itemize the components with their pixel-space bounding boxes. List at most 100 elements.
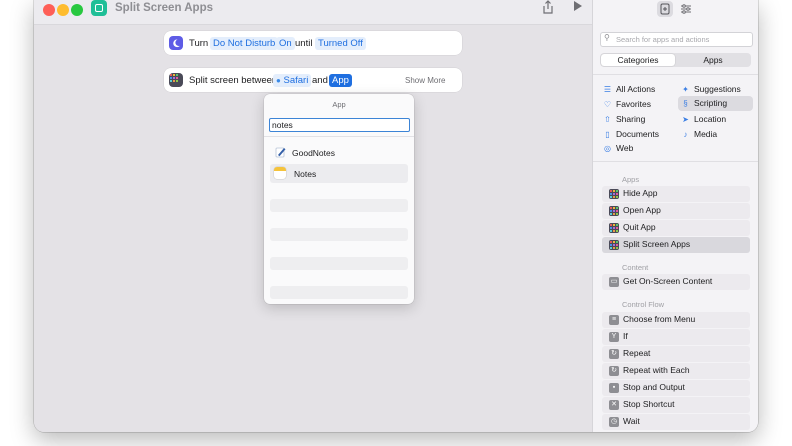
action-library-sidebar: ⚲ Search for apps and actions Categories… — [592, 0, 758, 432]
window-title[interactable]: Split Screen Apps — [115, 2, 213, 14]
app-result-notes[interactable]: Notes — [270, 164, 408, 183]
app-picker-popover: App notes GoodNotes Notes — [264, 94, 414, 304]
action-label: Stop and Output — [623, 382, 685, 392]
compass-icon: ◎ — [604, 144, 611, 153]
action-quit-app[interactable]: Quit App — [602, 220, 750, 236]
app1-token[interactable]: ● Safari — [273, 74, 312, 87]
action-wait[interactable]: ◷ Wait — [602, 414, 750, 430]
action-hide-app[interactable]: Hide App — [602, 186, 750, 202]
action-label: Choose from Menu — [623, 314, 696, 324]
action-split-screen[interactable]: Split screen between ● Safari and App Sh… — [164, 68, 462, 92]
share-icon[interactable] — [540, 0, 556, 16]
divider — [264, 136, 414, 137]
action-label: Split Screen Apps — [623, 239, 691, 249]
notes-icon — [274, 167, 286, 179]
action-open-app[interactable]: Open App — [602, 203, 750, 219]
category-segmented-control: Categories Apps — [600, 53, 751, 67]
action-choose-from-menu[interactable]: ≡ Choose from Menu — [602, 312, 750, 328]
app-result-goodnotes[interactable]: GoodNotes — [270, 143, 408, 162]
sidebar-header: ⚲ Search for apps and actions Categories… — [593, 0, 758, 75]
app-grid-icon — [609, 240, 619, 250]
show-more-button[interactable]: Show More — [405, 76, 445, 85]
heart-icon: ♡ — [603, 100, 612, 109]
if-icon: Y — [609, 332, 619, 342]
action-do-not-disturb[interactable]: Turn Do Not Disturb On until Turned Off — [164, 31, 462, 55]
segment-categories[interactable]: Categories — [601, 54, 675, 66]
until-label: until — [295, 38, 313, 49]
action-if[interactable]: Y If — [602, 329, 750, 345]
and-label: and — [312, 75, 328, 86]
category-location[interactable]: ➤ Location — [681, 113, 726, 125]
play-icon[interactable] — [570, 0, 586, 16]
action-search-input[interactable]: ⚲ Search for apps and actions — [600, 32, 753, 47]
category-label: Suggestions — [694, 84, 741, 94]
loading-placeholder — [270, 199, 408, 212]
minimize-window-button[interactable] — [57, 4, 69, 16]
category-media[interactable]: ♪ Media — [681, 128, 718, 140]
app-result-label: Notes — [294, 169, 317, 179]
action-stop-shortcut[interactable]: ✕ Stop Shortcut — [602, 397, 750, 413]
screen-content-icon: ▭ — [609, 277, 619, 287]
category-label: Favorites — [616, 99, 651, 109]
location-arrow-icon: ➤ — [682, 115, 689, 124]
list-icon: ☰ — [603, 85, 612, 94]
sparkle-icon: ✦ — [682, 85, 689, 94]
action-label: If — [623, 331, 628, 341]
until-value-token[interactable]: Turned Off — [315, 37, 366, 50]
app-grid-icon — [609, 189, 619, 199]
category-label: All Actions — [616, 84, 656, 94]
category-scripting[interactable]: § Scripting — [678, 96, 753, 111]
category-web[interactable]: ◎ Web — [603, 142, 633, 154]
wait-icon: ◷ — [609, 417, 619, 427]
action-repeat[interactable]: ↻ Repeat — [602, 346, 750, 362]
state-token[interactable]: On — [276, 37, 295, 50]
category-label: Web — [616, 143, 634, 153]
stop-output-icon: ▪ — [609, 383, 619, 393]
search-icon: ⚲ — [604, 33, 610, 42]
action-repeat-with-each[interactable]: ↻ Repeat with Each — [602, 363, 750, 379]
category-all-actions[interactable]: ☰ All Actions — [603, 83, 655, 95]
safari-icon: ● — [276, 76, 281, 85]
action-label: Get On-Screen Content — [623, 276, 713, 286]
category-label: Location — [694, 114, 727, 124]
category-suggestions[interactable]: ✦ Suggestions — [681, 83, 741, 95]
app-result-label: GoodNotes — [292, 148, 335, 158]
repeat-icon: ↻ — [609, 349, 619, 359]
action-split-screen-apps[interactable]: Split Screen Apps — [602, 237, 750, 253]
library-toggle-icon[interactable] — [657, 1, 673, 17]
action-label: Quit App — [623, 222, 656, 232]
app-grid-icon — [609, 206, 619, 216]
app1-label: Safari — [283, 75, 309, 86]
category-label: Documents — [616, 129, 659, 139]
section-title-control-flow: Control Flow — [622, 300, 665, 309]
app2-token[interactable]: App — [329, 74, 352, 87]
segment-apps[interactable]: Apps — [676, 54, 750, 66]
app-search-input[interactable]: notes — [269, 118, 410, 132]
popover-title: App — [332, 100, 346, 109]
category-label: Scripting — [694, 98, 728, 108]
shortcut-icon[interactable] — [91, 0, 107, 16]
category-label: Media — [694, 129, 718, 139]
scripting-icon: § — [683, 99, 688, 108]
loading-placeholder — [270, 286, 408, 299]
category-documents[interactable]: ▯ Documents — [603, 128, 659, 140]
close-window-button[interactable] — [43, 4, 55, 16]
app-grid-icon — [609, 223, 619, 233]
action-label: Wait — [623, 416, 640, 426]
section-title-apps: Apps — [622, 175, 640, 184]
action-label: Open App — [623, 205, 661, 215]
action-stop-and-output[interactable]: ▪ Stop and Output — [602, 380, 750, 396]
section-title-content: Content — [622, 263, 649, 272]
action-label: Repeat with Each — [623, 365, 690, 375]
loading-placeholder — [270, 228, 408, 241]
action-get-on-screen-content[interactable]: ▭ Get On-Screen Content — [602, 274, 750, 290]
action-prefix: Split screen between — [189, 75, 278, 86]
shortcuts-window: Split Screen Apps Turn Do Not Disturb On… — [34, 0, 758, 432]
moon-icon — [169, 36, 183, 50]
category-sharing[interactable]: ⇧ Sharing — [603, 113, 645, 125]
category-favorites[interactable]: ♡ Favorites — [603, 98, 651, 110]
zoom-window-button[interactable] — [71, 4, 83, 16]
focus-mode-token[interactable]: Do Not Disturb — [210, 37, 279, 50]
action-label: Hide App — [623, 188, 658, 198]
settings-sliders-icon[interactable] — [679, 2, 693, 16]
